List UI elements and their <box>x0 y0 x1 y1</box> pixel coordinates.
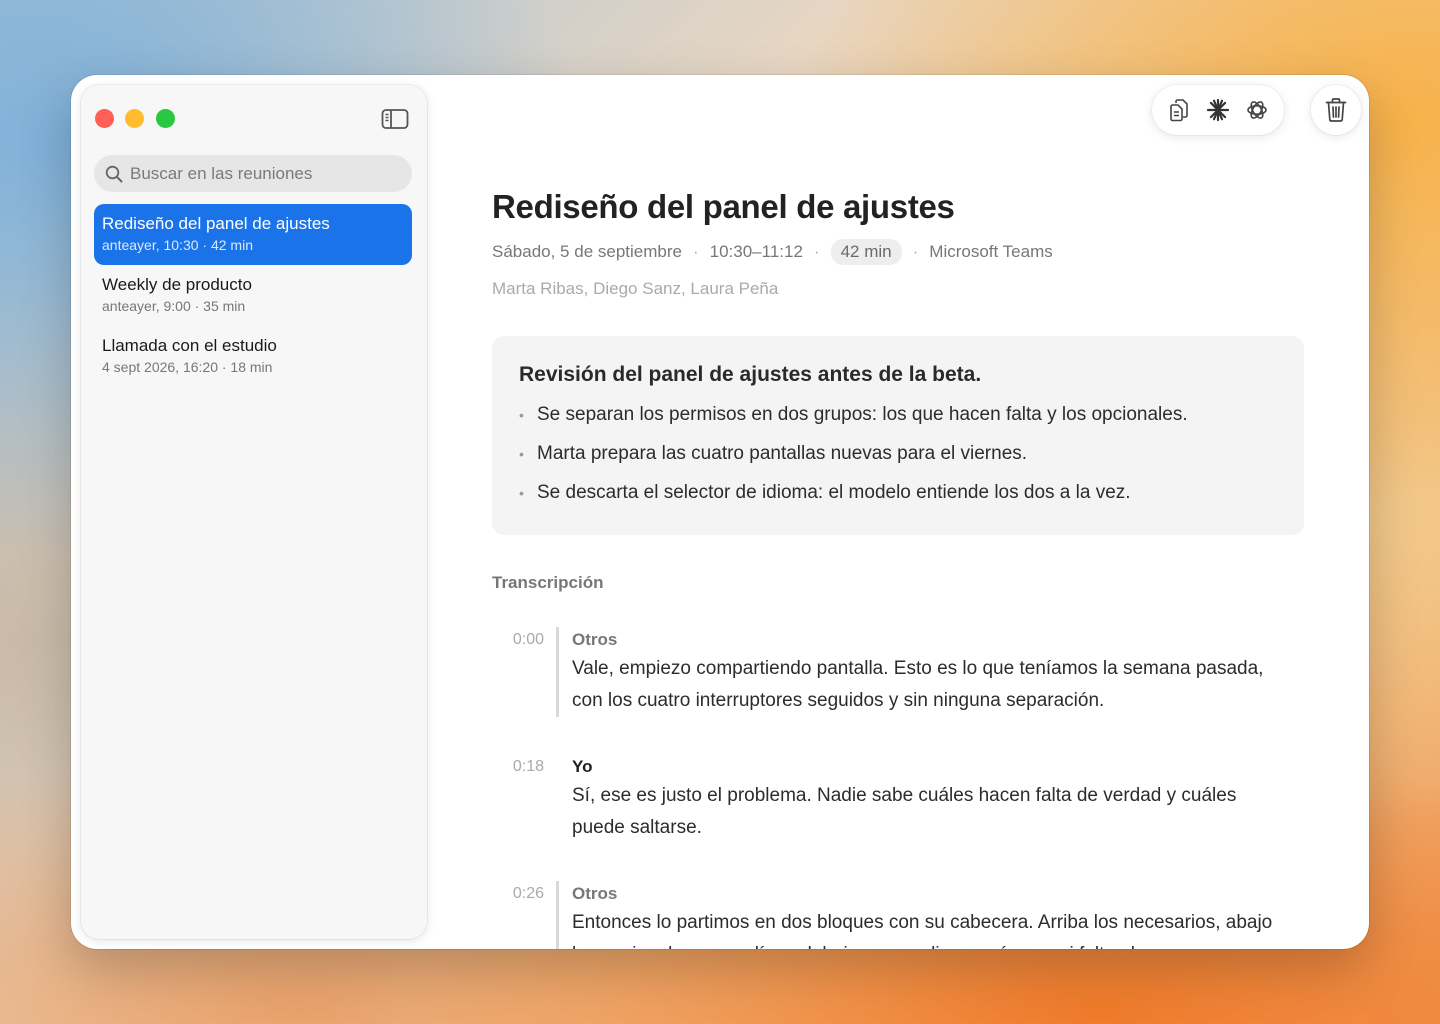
transcript-timestamp[interactable]: 0:00 <box>492 627 556 717</box>
transcript-text: Sí, ese es justo el problema. Nadie sabe… <box>572 785 1237 838</box>
transcript: 0:00 Otros Vale, empiezo compartiendo pa… <box>492 627 1304 949</box>
summary-item: • Se separan los permisos en dos grupos: … <box>519 405 1277 425</box>
summary-item: • Marta prepara las cuatro pantallas nuev… <box>519 444 1277 464</box>
meeting-item-title: Weekly de producto <box>102 275 252 294</box>
page-title: Rediseño del panel de ajustes <box>492 188 955 225</box>
search-field[interactable] <box>94 155 412 192</box>
meeting-list-item[interactable]: Llamada con el estudio 4 sept 2026, 16:2… <box>94 326 412 387</box>
meeting-detail: Rediseño del panel de ajustes Sábado, 5 … <box>492 75 1304 949</box>
transcript-entry: 0:18 Yo Sí, ese es justo el problema. Na… <box>492 754 1304 844</box>
summary-item-text: Se descarta el selector de idioma: el mo… <box>537 482 1131 503</box>
summary-item-text: Se separan los permisos en dos grupos: l… <box>537 404 1188 425</box>
trash-icon[interactable] <box>1311 85 1361 135</box>
window-close-button[interactable] <box>95 109 114 128</box>
search-icon <box>105 165 123 183</box>
transcript-body: Otros Vale, empiezo compartiendo pantall… <box>556 627 1304 717</box>
meeting-list: Rediseño del panel de ajustes anteayer, … <box>94 204 412 387</box>
meeting-item-title: Llamada con el estudio <box>102 336 277 355</box>
transcript-body: Yo Sí, ese es justo el problema. Nadie s… <box>556 754 1304 844</box>
meta-separator: · <box>912 242 919 261</box>
transcript-speaker: Otros <box>572 884 618 903</box>
meeting-meta: Sábado, 5 de septiembre · 10:30–11:12 · … <box>492 239 1053 265</box>
transcript-body: Otros Entonces lo partimos en dos bloque… <box>556 881 1304 949</box>
meta-separator: · <box>813 242 820 261</box>
summary-item: • Se descarta el selector de idioma: el m… <box>519 483 1277 503</box>
meeting-list-item[interactable]: Weekly de producto anteayer, 9:00 · 35 m… <box>94 265 412 326</box>
summary-card: Revisión del panel de ajustes antes de l… <box>492 336 1304 535</box>
summary-heading: Revisión del panel de ajustes antes de l… <box>519 363 982 386</box>
meeting-item-subtitle: anteayer, 10:30 · 42 min <box>102 237 253 253</box>
participants: Marta Ribas, Diego Sanz, Laura Peña <box>492 279 779 298</box>
search-input[interactable] <box>130 163 390 184</box>
transcript-text: Vale, empiezo compartiendo pantalla. Est… <box>572 658 1264 711</box>
meta-separator: · <box>692 242 699 261</box>
summary-item-text: Marta prepara las cuatro pantallas nueva… <box>537 443 1028 464</box>
bullet-icon: • <box>519 485 524 501</box>
window-minimize-button[interactable] <box>125 109 144 128</box>
meeting-item-subtitle: anteayer, 9:00 · 35 min <box>102 298 246 314</box>
transcript-entry: 0:00 Otros Vale, empiezo compartiendo pa… <box>492 627 1304 717</box>
transcript-label: Transcripción <box>492 573 604 592</box>
meeting-item-title: Rediseño del panel de ajustes <box>102 214 330 233</box>
bullet-icon: • <box>519 446 524 462</box>
transcript-speaker: Otros <box>572 630 618 649</box>
sidebar-toggle-icon[interactable] <box>381 108 409 130</box>
transcript-text: Entonces lo partimos en dos bloques con … <box>572 912 1273 949</box>
sidebar: Rediseño del panel de ajustes anteayer, … <box>81 85 427 939</box>
transcript-speaker: Yo <box>572 757 593 776</box>
bullet-icon: • <box>519 407 524 423</box>
transcript-timestamp[interactable]: 0:26 <box>492 881 556 949</box>
meeting-list-item[interactable]: Rediseño del panel de ajustes anteayer, … <box>94 204 412 265</box>
window-maximize-button[interactable] <box>156 109 175 128</box>
meeting-platform: Microsoft Teams <box>929 242 1053 261</box>
meeting-date: Sábado, 5 de septiembre <box>492 242 682 261</box>
transcript-entry: 0:26 Otros Entonces lo partimos en dos b… <box>492 881 1304 949</box>
summary-list: • Se separan los permisos en dos grupos: … <box>519 405 1277 503</box>
app-window: Rediseño del panel de ajustes anteayer, … <box>71 75 1369 949</box>
meeting-time: 10:30–11:12 <box>709 242 803 261</box>
meeting-item-subtitle: 4 sept 2026, 16:20 · 18 min <box>102 359 273 375</box>
transcript-timestamp[interactable]: 0:18 <box>492 754 556 844</box>
duration-badge: 42 min <box>830 239 902 265</box>
